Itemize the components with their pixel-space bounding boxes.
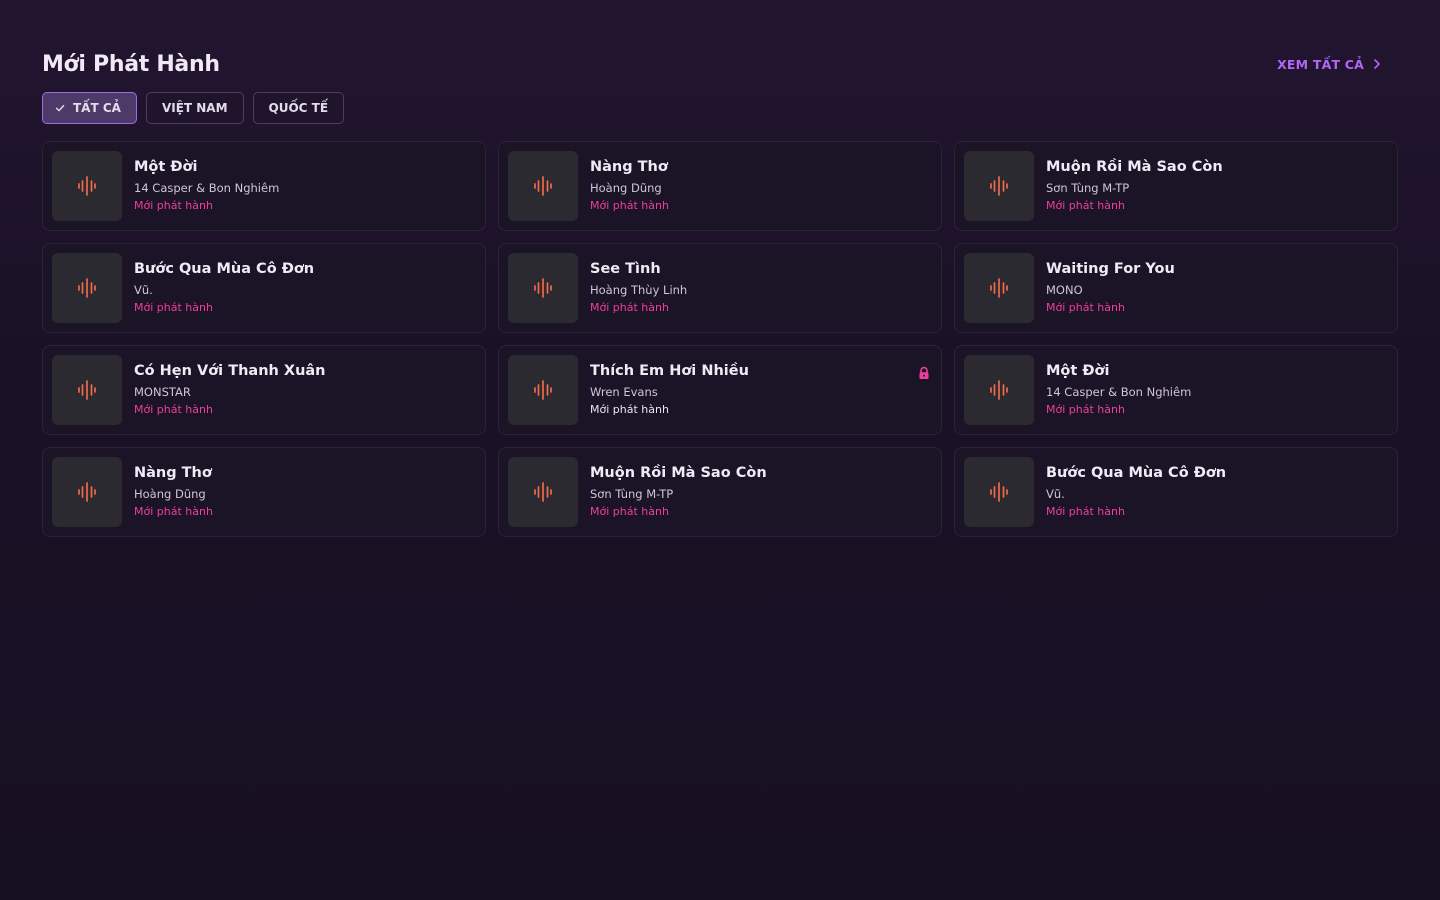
song-card[interactable]: Bước Qua Mùa Cô Đơn Vũ. Mới phát hành xyxy=(954,447,1398,537)
song-title: Một Đời xyxy=(134,158,198,175)
song-info: Muộn Rồi Mà Sao Còn Sơn Tùng M-TP Mới phát… xyxy=(590,464,767,519)
song-info: Nàng Thơ Hoàng Dũng Mới phát hành xyxy=(134,464,213,519)
audio-waveform-icon xyxy=(534,278,552,298)
song-title: Muộn Rồi Mà Sao Còn xyxy=(590,464,767,481)
song-thumbnail xyxy=(508,151,578,221)
song-info: Waiting For You MONO Mới phát hành xyxy=(1046,260,1175,315)
filter-chip-label: TẤT CẢ xyxy=(73,101,121,115)
song-artist: MONO xyxy=(1046,282,1083,297)
release-tag: Mới phát hành xyxy=(134,198,213,212)
song-title: Một Đời xyxy=(1046,362,1110,379)
audio-waveform-icon xyxy=(990,482,1008,502)
song-title: Waiting For You xyxy=(1046,260,1175,277)
release-tag: Mới phát hành xyxy=(134,504,213,518)
filter-chip-label: VIỆT NAM xyxy=(161,101,228,115)
audio-waveform-icon xyxy=(534,482,552,502)
song-artist: Hoàng Thùy Linh xyxy=(590,282,688,297)
song-grid: Một Đời 14 Casper & Bon Nghiêm Mới phát hà… xyxy=(42,141,1398,537)
audio-waveform-icon xyxy=(78,482,96,502)
song-artist: Sơn Tùng M-TP xyxy=(590,486,674,501)
release-tag: Mới phát hành xyxy=(590,300,669,314)
audio-waveform-icon xyxy=(990,278,1008,298)
audio-waveform-icon xyxy=(990,176,1008,196)
song-artist: Vũ. xyxy=(134,282,153,297)
song-title: Có Hẹn Với Thanh Xuân xyxy=(134,362,326,379)
song-thumbnail xyxy=(508,355,578,425)
section-title: Mới Phát Hành xyxy=(42,51,220,77)
release-tag: Mới phát hành xyxy=(1046,402,1125,416)
song-title: Bước Qua Mùa Cô Đơn xyxy=(1046,464,1227,481)
song-info: Một Đời 14 Casper & Bon Nghiêm Mới phát hà… xyxy=(1046,362,1192,417)
song-artist: Hoàng Dũng xyxy=(590,180,662,195)
song-card[interactable]: Muộn Rồi Mà Sao Còn Sơn Tùng M-TP Mới phát… xyxy=(498,447,942,537)
song-artist: MONSTAR xyxy=(134,384,191,399)
song-card[interactable]: Nàng Thơ Hoàng Dũng Mới phát hành xyxy=(498,141,942,231)
filter-tabs: TẤT CẢ VIỆT NAM QUỐC TẾ xyxy=(42,92,345,124)
audio-waveform-icon xyxy=(534,380,552,400)
song-info: Nàng Thơ Hoàng Dũng Mới phát hành xyxy=(590,158,669,213)
song-info: Một Đời 14 Casper & Bon Nghiêm Mới phát hà… xyxy=(134,158,280,213)
song-card[interactable]: Có Hẹn Với Thanh Xuân MONSTAR Mới phát hàn… xyxy=(42,345,486,435)
song-thumbnail xyxy=(508,253,578,323)
song-card[interactable]: Nàng Thơ Hoàng Dũng Mới phát hành xyxy=(42,447,486,537)
song-card[interactable]: See Tình Hoàng Thùy Linh Mới phát hành xyxy=(498,243,942,333)
audio-waveform-icon xyxy=(78,278,96,298)
filter-chip-vietnam[interactable]: VIỆT NAM xyxy=(145,92,244,124)
see-all-link[interactable]: XEM TẤT CẢ xyxy=(1277,57,1382,72)
song-thumbnail xyxy=(508,457,578,527)
song-artist: Hoàng Dũng xyxy=(134,486,206,501)
see-all-label: XEM TẤT CẢ xyxy=(1277,56,1364,72)
song-card[interactable]: Một Đời 14 Casper & Bon Nghiêm Mới phát hà… xyxy=(954,345,1398,435)
release-tag: Mới phát hành xyxy=(1046,198,1125,212)
song-thumbnail xyxy=(964,253,1034,323)
song-thumbnail xyxy=(964,457,1034,527)
song-thumbnail xyxy=(964,355,1034,425)
song-artist: Vũ. xyxy=(1046,486,1065,501)
song-artist: Sơn Tùng M-TP xyxy=(1046,180,1130,195)
song-card[interactable]: Muộn Rồi Mà Sao Còn Sơn Tùng M-TP Mới phát… xyxy=(954,141,1398,231)
song-thumbnail xyxy=(52,355,122,425)
release-tag: Mới phát hành xyxy=(1046,300,1125,314)
filter-chip-label: QUỐC TẾ xyxy=(268,101,329,115)
lock-icon[interactable] xyxy=(917,366,931,380)
audio-waveform-icon xyxy=(534,176,552,196)
filter-chip-all[interactable]: TẤT CẢ xyxy=(42,92,137,124)
song-card[interactable]: Bước Qua Mùa Cô Đơn Vũ. Mới phát hành xyxy=(42,243,486,333)
audio-waveform-icon xyxy=(78,176,96,196)
song-title: Muộn Rồi Mà Sao Còn xyxy=(1046,158,1223,175)
song-info: Muộn Rồi Mà Sao Còn Sơn Tùng M-TP Mới phát… xyxy=(1046,158,1223,213)
song-info: Bước Qua Mùa Cô Đơn Vũ. Mới phát hành xyxy=(1046,464,1227,519)
release-tag: Mới phát hành xyxy=(134,402,213,416)
song-artist: 14 Casper & Bon Nghiêm xyxy=(134,180,280,195)
check-icon xyxy=(55,104,65,112)
song-thumbnail xyxy=(964,151,1034,221)
song-artist: 14 Casper & Bon Nghiêm xyxy=(1046,384,1192,399)
release-tag: Mới phát hành xyxy=(590,504,669,518)
song-info: Thích Em Hơi Nhiều Wren Evans Mới phát hàn… xyxy=(590,362,749,417)
song-title: Nàng Thơ xyxy=(134,464,212,481)
song-title: Nàng Thơ xyxy=(590,158,668,175)
release-tag: Mới phát hành xyxy=(590,198,669,212)
song-info: See Tình Hoàng Thùy Linh Mới phát hành xyxy=(590,260,688,315)
song-thumbnail xyxy=(52,457,122,527)
section-header: Mới Phát Hành XEM TẤT CẢ xyxy=(42,48,1398,80)
song-title: Thích Em Hơi Nhiều xyxy=(590,362,749,379)
song-thumbnail xyxy=(52,151,122,221)
song-card[interactable]: Waiting For You MONO Mới phát hành xyxy=(954,243,1398,333)
song-title: Bước Qua Mùa Cô Đơn xyxy=(134,260,315,277)
audio-waveform-icon xyxy=(990,380,1008,400)
song-card[interactable]: Một Đời 14 Casper & Bon Nghiêm Mới phát hà… xyxy=(42,141,486,231)
song-thumbnail xyxy=(52,253,122,323)
filter-chip-international[interactable]: QUỐC TẾ xyxy=(252,92,345,124)
song-info: Bước Qua Mùa Cô Đơn Vũ. Mới phát hành xyxy=(134,260,315,315)
chevron-right-icon xyxy=(1374,59,1380,69)
release-tag: Mới phát hành xyxy=(1046,504,1125,518)
release-tag: Mới phát hành xyxy=(590,402,669,416)
song-artist: Wren Evans xyxy=(590,384,658,399)
audio-waveform-icon xyxy=(78,380,96,400)
song-card[interactable]: Thích Em Hơi Nhiều Wren Evans Mới phát hàn… xyxy=(498,345,942,435)
song-title: See Tình xyxy=(590,260,661,277)
song-info: Có Hẹn Với Thanh Xuân MONSTAR Mới phát hàn… xyxy=(134,362,326,417)
release-tag: Mới phát hành xyxy=(134,300,213,314)
